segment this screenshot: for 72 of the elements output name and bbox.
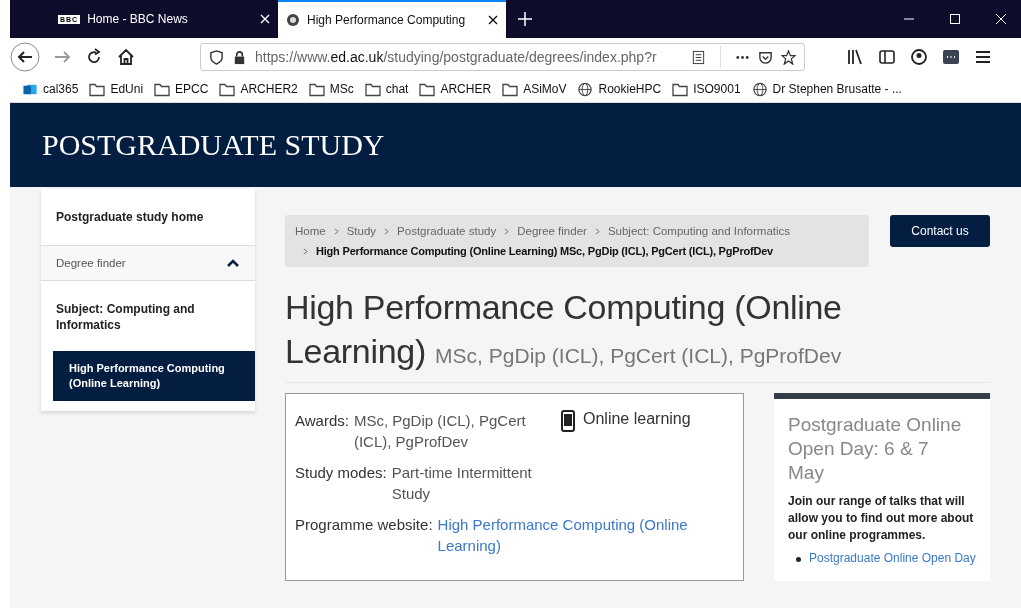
- globe-icon: [751, 81, 768, 97]
- sidebar-item[interactable]: Degree finder: [41, 246, 255, 281]
- breadcrumb-link[interactable]: Degree finder: [517, 221, 587, 241]
- bookmark[interactable]: cal365: [22, 81, 79, 97]
- fact-label: Study modes:: [295, 463, 387, 483]
- breadcrumb-link[interactable]: Postgraduate study: [397, 221, 497, 241]
- maximize-icon[interactable]: [949, 13, 961, 25]
- contact-button[interactable]: Contact us: [890, 215, 990, 247]
- chevron-right-icon: [594, 227, 600, 235]
- fact-value: MSc, PgDip (ICL), PgCert (ICL), PgProfDev: [353, 411, 527, 452]
- sidebar-icon[interactable]: [877, 47, 897, 67]
- chevron-right-icon: [303, 247, 308, 255]
- folder-icon: [89, 81, 106, 97]
- mobile-phone-icon: [561, 410, 575, 432]
- promo-title: Postgraduate Online Open Day: 6 & 7 May: [788, 413, 963, 485]
- promo-link[interactable]: Postgraduate Online Open Day: [809, 550, 976, 566]
- bookmark[interactable]: RookieHPC: [577, 81, 662, 97]
- home-icon[interactable]: [116, 47, 136, 67]
- breadcrumb-link[interactable]: Study: [346, 221, 377, 241]
- folder-icon: [308, 81, 325, 97]
- sidebar-item-label: Degree finder: [56, 257, 126, 269]
- bookmark[interactable]: ARCHER2: [219, 81, 298, 97]
- fact-label: Awards:: [295, 411, 349, 431]
- reader-view-icon[interactable]: [691, 49, 706, 65]
- folder-icon: [154, 81, 171, 97]
- star-icon[interactable]: [781, 49, 796, 65]
- delivery-mode: Online learning: [583, 410, 691, 428]
- sidebar-item[interactable]: High Performance Computing (Online Learning): [53, 351, 255, 401]
- fact-value: Part-time Intermittent Study: [391, 463, 533, 504]
- bullet-icon: [796, 557, 801, 562]
- bookmark[interactable]: EPCC: [154, 81, 209, 97]
- chevron-right-icon: [333, 227, 339, 235]
- bookmark[interactable]: ISO9001: [672, 81, 741, 97]
- breadcrumb-link[interactable]: High Performance Computing (Online Learning) MSc, PgDip (ICL), PgCert (ICL), PgProfDev: [316, 241, 774, 261]
- folder-icon: [419, 81, 436, 97]
- bookmark[interactable]: EdUni: [89, 81, 144, 97]
- site-title[interactable]: POSTGRADUATE STUDY: [42, 128, 385, 162]
- chevron-right-icon: [504, 227, 510, 235]
- account-icon[interactable]: [909, 47, 929, 67]
- folder-icon: [364, 81, 381, 97]
- browser-tab[interactable]: High Performance Computing: [278, 0, 506, 38]
- shield-icon: [209, 49, 224, 65]
- chevron-icon[interactable]: [226, 258, 240, 268]
- new-tab-icon[interactable]: [518, 12, 532, 26]
- sidebar-item[interactable]: Subject: Computing and Informatics: [41, 281, 255, 351]
- back-icon[interactable]: [10, 42, 40, 72]
- breadcrumb-link[interactable]: Subject: Computing and Informatics: [607, 221, 791, 241]
- breadcrumb-link[interactable]: Home: [295, 221, 326, 241]
- globe-icon: [577, 81, 594, 97]
- programme-link[interactable]: High Performance Computing (Online Learning): [437, 514, 725, 556]
- lock-icon: [232, 49, 247, 65]
- bookmark[interactable]: MSc: [308, 81, 354, 97]
- chevron-right-icon: [384, 227, 390, 235]
- bookmark[interactable]: ARCHER: [419, 81, 492, 97]
- folder-icon: [502, 81, 519, 97]
- tab-title: Home - BBC News: [87, 12, 189, 26]
- folder-icon: [219, 81, 236, 97]
- folder-icon: [672, 81, 689, 97]
- library-icon[interactable]: [845, 47, 865, 67]
- pocket-icon[interactable]: [758, 49, 773, 65]
- bookmark[interactable]: ASiMoV: [502, 81, 567, 97]
- bookmark[interactable]: chat: [364, 81, 409, 97]
- page-title: High Performance Computing (Online Learning) MSc, PgDip (ICL), PgCert (ICL), PgProfDev: [285, 287, 843, 372]
- promo-text: Join our range of talks that will allow you to find out more about our online programmes.: [788, 493, 975, 544]
- bookmark[interactable]: Dr Stephen Brusatte - ...: [751, 81, 902, 97]
- address-bar[interactable]: https://www.ed.ac.uk/studying/postgraduate/degrees/index.php?r: [200, 43, 805, 71]
- fact-label: Programme website:: [295, 515, 433, 535]
- close-icon[interactable]: [488, 15, 498, 25]
- url-text: https://www.ed.ac.uk/studying/postgraduate/degrees/index.php?r: [255, 49, 658, 65]
- tab-title: High Performance Computing: [307, 13, 467, 27]
- crest-icon: [286, 13, 300, 27]
- extension-icon[interactable]: [941, 47, 961, 67]
